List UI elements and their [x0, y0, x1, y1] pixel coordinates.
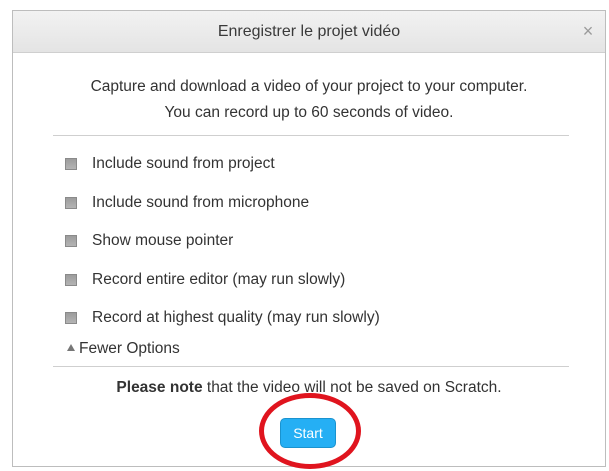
option-sound-microphone[interactable]: Include sound from microphone [65, 184, 605, 223]
option-label: Include sound from microphone [92, 193, 310, 211]
intro-line-2: You can record up to 60 seconds of video… [164, 104, 454, 121]
divider-bottom [53, 365, 569, 367]
option-label: Record at highest quality (may run slowl… [92, 309, 380, 327]
dialog-title: Enregistrer le projet vidéo [217, 23, 401, 40]
checkbox[interactable] [65, 273, 77, 286]
note-bold: Please note [116, 378, 203, 396]
intro-line-1: Capture and download a video of your pro… [90, 78, 528, 95]
checkbox[interactable] [65, 235, 77, 248]
checkbox[interactable] [65, 312, 77, 325]
save-note: Please note that the video will not be s… [13, 379, 605, 397]
option-sound-project[interactable]: Include sound from project [65, 145, 605, 184]
start-button[interactable]: Start [280, 417, 336, 448]
fewer-options-toggle[interactable]: Fewer Options [13, 332, 605, 366]
dialog-titlebar: Enregistrer le projet vidéo × [13, 11, 605, 53]
triangle-up-icon [67, 344, 75, 351]
fewer-options-label: Fewer Options [79, 339, 180, 357]
dialog-intro: Capture and download a video of your pro… [13, 74, 605, 126]
option-label: Record entire editor (may run slowly) [92, 270, 346, 288]
close-icon[interactable]: × [577, 11, 599, 53]
options-list: Include sound from project Include sound… [13, 136, 605, 338]
checkbox[interactable] [65, 196, 77, 209]
option-label: Include sound from project [92, 155, 275, 173]
start-area: Start [13, 392, 605, 471]
option-mouse-pointer[interactable]: Show mouse pointer [65, 222, 605, 261]
option-entire-editor[interactable]: Record entire editor (may run slowly) [65, 261, 605, 300]
option-label: Show mouse pointer [92, 232, 234, 250]
note-text: that the video will not be saved on Scra… [202, 378, 502, 396]
checkbox[interactable] [65, 158, 77, 171]
record-video-dialog: Enregistrer le projet vidéo × Capture an… [12, 10, 606, 469]
